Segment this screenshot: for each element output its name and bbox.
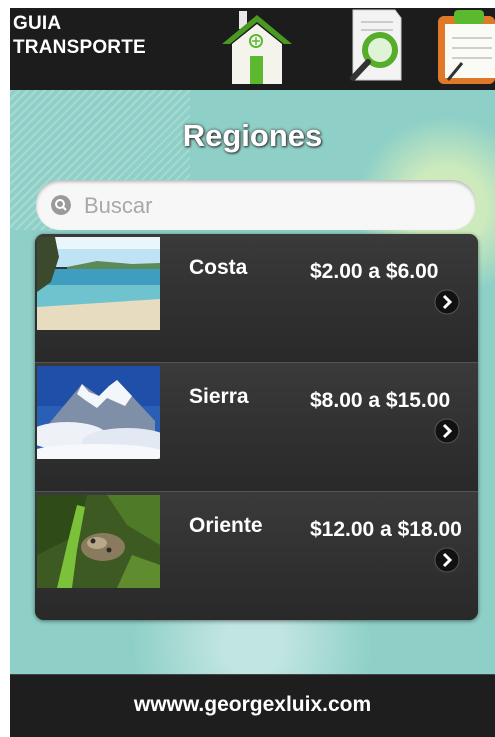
app-brand: GUIA TRANSPORTE [13,12,203,60]
beach-photo [37,237,160,330]
clipboard-button[interactable] [432,8,495,90]
header-bar: GUIA TRANSPORTE [10,8,495,90]
region-row-sierra[interactable]: Sierra $8.00 a $15.00 [35,363,478,492]
brand-line-1: GUIA [13,13,62,34]
search-document-icon [350,9,402,81]
region-row-costa[interactable]: Costa $2.00 a $6.00 [35,234,478,363]
search-document-button[interactable] [337,8,407,90]
mountain-photo [37,366,160,459]
region-price: $8.00 a $15.00 [310,389,451,412]
footer-bar: wwww.georgexluix.com [10,674,495,737]
search-box[interactable] [36,180,476,230]
footer-link[interactable]: wwww.georgexluix.com [10,693,495,717]
chevron-right-icon[interactable] [434,547,460,573]
clipboard-icon [438,10,495,84]
region-name: Costa [189,256,248,279]
regions-list: Costa $2.00 a $6.00 Sierra $8.00 a $15.0… [35,234,478,620]
app-screen: GUIA TRANSPORTE Regiones Buscar Costa $2… [10,8,495,737]
home-icon [222,11,292,84]
search-icon [51,195,71,215]
region-row-oriente[interactable]: Oriente $12.00 a $18.00 [35,492,478,620]
brand-line-2: TRANSPORTE [13,37,146,58]
region-price: $2.00 a $6.00 [310,260,439,283]
chevron-right-icon[interactable] [434,289,460,315]
region-price: $12.00 a $18.00 [310,518,462,541]
region-name: Oriente [189,514,263,537]
home-button[interactable] [217,8,297,90]
page-title: Regiones [182,118,323,153]
jungle-butterfly-photo [37,495,160,588]
region-name: Sierra [189,385,249,408]
search-input[interactable] [82,190,456,222]
content-area: Regiones Costa [10,90,495,674]
chevron-right-icon[interactable] [434,418,460,444]
